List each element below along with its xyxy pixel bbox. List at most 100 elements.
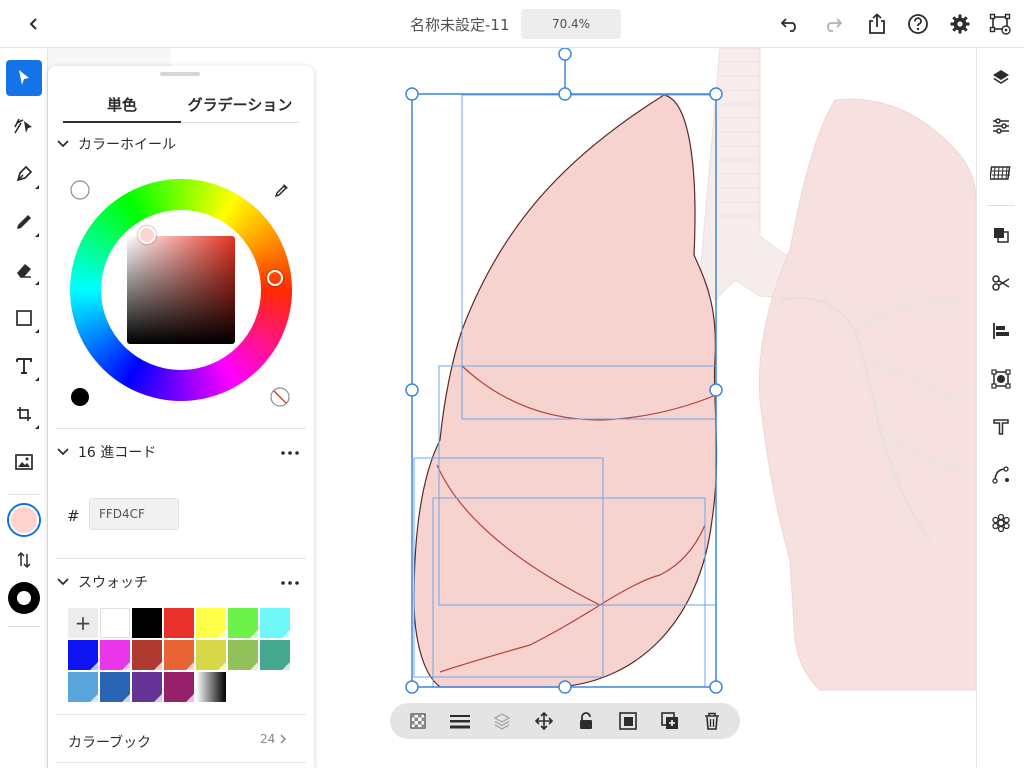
color-swatch[interactable]: [100, 608, 130, 638]
preview-button[interactable]: [988, 11, 1014, 37]
type-settings-button[interactable]: [988, 414, 1014, 440]
rectangle-tool[interactable]: [6, 300, 42, 336]
add-swatch-button[interactable]: +: [68, 608, 98, 638]
align-button[interactable]: [988, 318, 1014, 344]
scissors-icon: [992, 275, 1010, 291]
no-color-button[interactable]: [269, 386, 291, 408]
settings-button[interactable]: [947, 11, 973, 37]
color-swatch[interactable]: [164, 672, 194, 702]
hue-handle[interactable]: [267, 270, 283, 286]
resize-handle-bottom-right[interactable]: [709, 680, 723, 694]
color-swatch[interactable]: [132, 640, 162, 670]
place-image-icon: [15, 454, 33, 470]
color-swatch[interactable]: [132, 608, 162, 638]
pathfinder-button[interactable]: [988, 222, 1014, 248]
image-trace-button[interactable]: [988, 366, 1014, 392]
stroke-color-button[interactable]: [8, 582, 40, 614]
type-tool-icon: [16, 358, 32, 374]
color-swatch[interactable]: [100, 640, 130, 670]
scissors-button[interactable]: [988, 270, 1014, 296]
white-color-button[interactable]: [69, 179, 91, 201]
selection-tool[interactable]: [6, 60, 42, 96]
duplicate-button[interactable]: [658, 709, 682, 733]
resize-handle-top[interactable]: [558, 87, 572, 101]
resize-handle-top-left[interactable]: [405, 87, 419, 101]
delete-button[interactable]: [700, 709, 724, 733]
duplicate-icon: [661, 712, 678, 729]
color-swatch[interactable]: [228, 608, 258, 638]
arrange-button[interactable]: [490, 709, 514, 733]
swatches-section-header[interactable]: スウォッチ: [56, 571, 148, 593]
pencil-tool-icon: [17, 215, 31, 229]
resize-handle-right[interactable]: [709, 383, 723, 397]
lock-button[interactable]: [574, 709, 598, 733]
resize-handle-bottom[interactable]: [558, 680, 572, 694]
color-swatch[interactable]: [164, 608, 194, 638]
panel-grabber[interactable]: [160, 72, 200, 76]
chevron-left-icon: [29, 18, 37, 30]
section-divider: [56, 762, 306, 763]
rotate-handle[interactable]: [558, 48, 572, 61]
color-book-link[interactable]: カラーブック: [68, 732, 151, 752]
direct-selection-tool[interactable]: [6, 108, 42, 144]
swap-fill-stroke-button[interactable]: [14, 550, 34, 570]
lung-shape[interactable]: [413, 94, 718, 688]
document-title[interactable]: 名称未設定-11: [410, 14, 510, 35]
color-book-count-button[interactable]: 24: [260, 732, 288, 746]
black-color-button[interactable]: [69, 386, 91, 408]
transform-tool[interactable]: [6, 396, 42, 432]
color-swatch[interactable]: [100, 672, 130, 702]
pen-tool[interactable]: [6, 156, 42, 192]
back-button[interactable]: [22, 12, 46, 36]
effects-button[interactable]: [988, 510, 1014, 536]
color-swatch[interactable]: [196, 672, 226, 702]
undo-button[interactable]: [777, 11, 803, 37]
color-swatch[interactable]: [68, 672, 98, 702]
color-swatch[interactable]: [132, 672, 162, 702]
help-button[interactable]: [905, 11, 931, 37]
tab-gradient[interactable]: グラデーション: [181, 94, 299, 122]
libraries-button[interactable]: [988, 161, 1014, 187]
stroke-options-button[interactable]: [448, 709, 472, 733]
tool-group-indicator: [35, 281, 39, 285]
opacity-button[interactable]: [406, 709, 430, 733]
clip-button[interactable]: [616, 709, 640, 733]
saturation-brightness-picker[interactable]: [127, 236, 235, 344]
color-swatch[interactable]: [228, 640, 258, 670]
eyedropper-button[interactable]: [271, 179, 293, 201]
swatches-more-button[interactable]: [278, 576, 302, 590]
trash-icon: [705, 712, 719, 730]
tab-solid-color[interactable]: 単色: [63, 94, 181, 122]
fill-color-button[interactable]: [7, 503, 41, 537]
resize-handle-bottom-left[interactable]: [405, 680, 419, 694]
place-image-tool[interactable]: [6, 444, 42, 480]
path-button[interactable]: [988, 462, 1014, 488]
color-wheel-section-header[interactable]: カラーホイール: [56, 133, 176, 155]
share-icon: [869, 13, 885, 34]
color-swatch[interactable]: [68, 640, 98, 670]
color-swatch[interactable]: [164, 640, 194, 670]
type-tool[interactable]: [6, 348, 42, 384]
move-icon: [534, 711, 554, 731]
color-swatch[interactable]: [260, 608, 290, 638]
color-picker-handle[interactable]: [138, 226, 156, 244]
zoom-level[interactable]: 70.4%: [521, 9, 621, 39]
properties-button[interactable]: [988, 113, 1014, 139]
help-icon: [908, 14, 928, 34]
redo-button[interactable]: [820, 11, 846, 37]
hex-code-section-header[interactable]: 16 進コード: [56, 441, 156, 463]
hex-code-input[interactable]: FFD4CF: [89, 498, 179, 530]
tool-group-indicator: [35, 329, 39, 333]
share-button[interactable]: [864, 11, 890, 37]
resize-handle-top-right[interactable]: [709, 87, 723, 101]
color-swatch[interactable]: [260, 640, 290, 670]
layers-button[interactable]: [988, 65, 1014, 91]
resize-handle-left[interactable]: [405, 383, 419, 397]
move-button[interactable]: [532, 709, 556, 733]
eraser-tool[interactable]: [6, 252, 42, 288]
hex-more-button[interactable]: [278, 446, 302, 460]
pencil-tool[interactable]: [6, 204, 42, 240]
color-swatch[interactable]: [196, 640, 226, 670]
tool-group-indicator: [35, 185, 39, 189]
color-swatch[interactable]: [196, 608, 226, 638]
